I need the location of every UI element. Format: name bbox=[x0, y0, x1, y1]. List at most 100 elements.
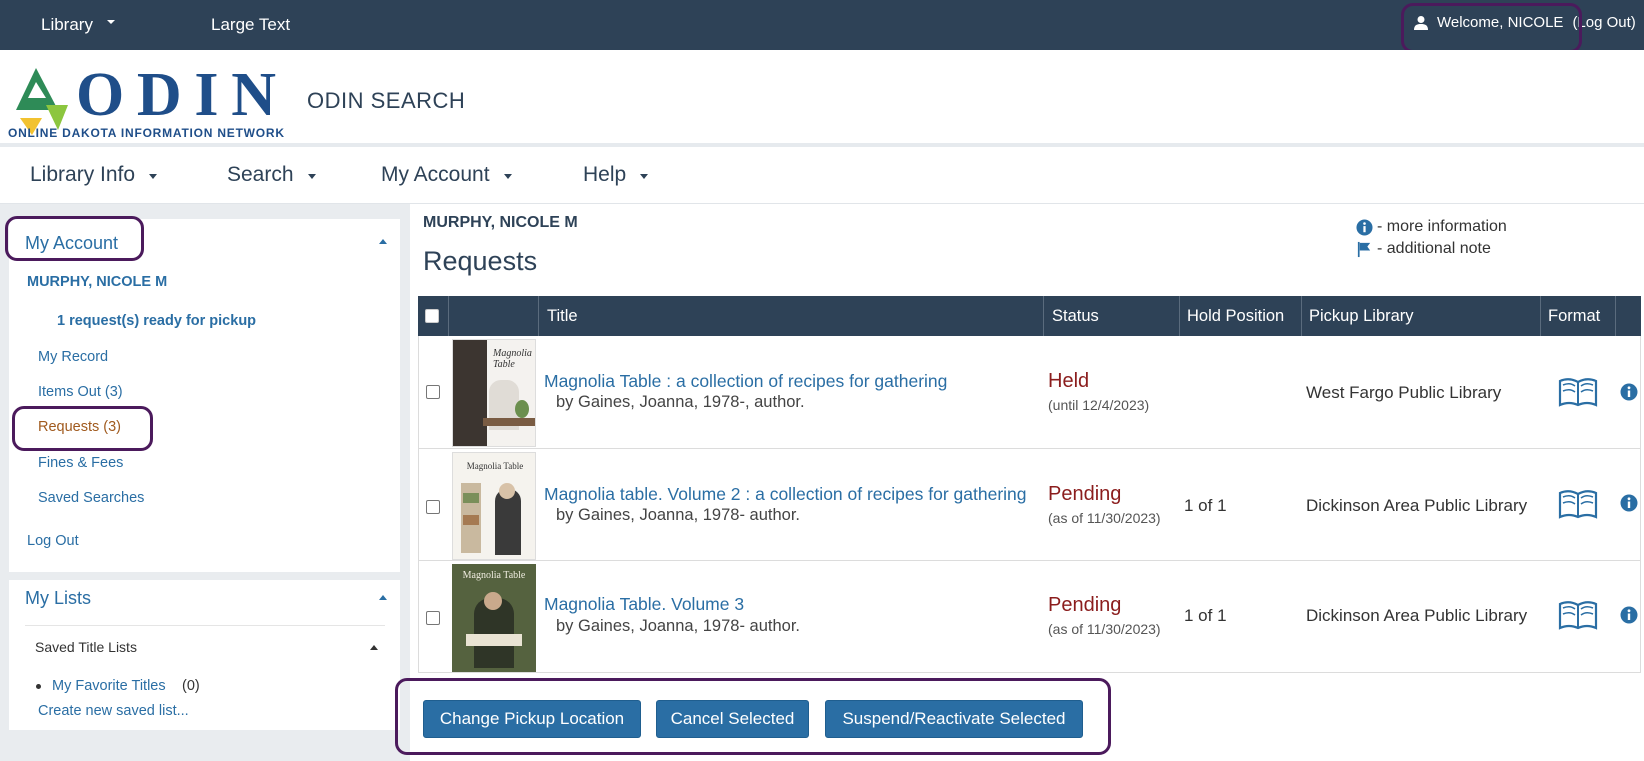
create-saved-list-link[interactable]: Create new saved list... bbox=[38, 703, 189, 719]
column-header-format[interactable]: Format bbox=[1548, 296, 1600, 336]
pickup-notice-link[interactable]: 1 request(s) ready for pickup bbox=[57, 313, 256, 329]
column-divider bbox=[1179, 296, 1180, 336]
status-detail: (until 12/4/2023) bbox=[1048, 397, 1150, 413]
title-link[interactable]: Magnolia Table. Volume 3 bbox=[544, 594, 744, 615]
title-link[interactable]: Magnolia table. Volume 2 : a collection … bbox=[544, 484, 1027, 505]
status-text: Pending bbox=[1048, 594, 1122, 616]
caret-down-icon bbox=[149, 173, 158, 179]
row-checkbox[interactable] bbox=[426, 500, 440, 514]
author-text: by Gaines, Joanna, 1978- author. bbox=[556, 506, 801, 524]
nav-my-account[interactable]: My Account bbox=[381, 163, 512, 187]
annotation-highlight-actions bbox=[395, 678, 1111, 755]
hold-position: 1 of 1 bbox=[1184, 496, 1227, 515]
legend-note-text: - additional note bbox=[1377, 240, 1491, 257]
book-cover-image[interactable]: Magnolia Table bbox=[452, 452, 536, 560]
pickup-library: Dickinson Area Public Library bbox=[1306, 606, 1528, 625]
status-text: Pending bbox=[1048, 483, 1122, 505]
pickup-library: West Fargo Public Library bbox=[1306, 383, 1502, 402]
favorite-titles-link[interactable]: My Favorite Titles bbox=[52, 678, 166, 694]
status-text: Held bbox=[1048, 370, 1090, 392]
hold-position: 1 of 1 bbox=[1184, 606, 1227, 625]
book-cover-image[interactable]: Magnolia Table bbox=[452, 564, 536, 672]
info-icon bbox=[1356, 218, 1373, 236]
row-checkbox[interactable] bbox=[426, 385, 440, 399]
status-detail: (as of 11/30/2023) bbox=[1048, 621, 1161, 637]
saved-title-lists-heading[interactable]: Saved Title Lists bbox=[35, 639, 137, 655]
nav-label: Search bbox=[227, 163, 294, 186]
legend-info: - more information bbox=[1356, 218, 1507, 236]
info-icon[interactable] bbox=[1620, 383, 1638, 401]
my-lists-heading[interactable]: My Lists bbox=[25, 588, 91, 609]
favorite-titles-count: (0) bbox=[182, 678, 200, 694]
bullet-icon bbox=[36, 684, 41, 689]
info-icon[interactable] bbox=[1620, 606, 1638, 624]
nav-library-info[interactable]: Library Info bbox=[30, 163, 158, 187]
cover-title: Magnolia Table bbox=[466, 461, 524, 471]
top-bar: Library Large Text Welcome, NICOLE (Log … bbox=[0, 0, 1644, 50]
column-header-hold-position[interactable]: Hold Position bbox=[1187, 296, 1284, 336]
table-row: Magnolia Table Magnolia table. Volume 2 … bbox=[418, 449, 1641, 561]
main-nav: Library Info Search My Account Help bbox=[0, 147, 1644, 204]
caret-down-icon bbox=[106, 20, 115, 24]
logo-text: ODIN bbox=[76, 61, 276, 129]
site-title: ODIN SEARCH bbox=[307, 88, 466, 113]
pickup-library: Dickinson Area Public Library bbox=[1306, 496, 1528, 515]
table-row: Magnolia Table Magnolia Table. Volume 3 … bbox=[418, 561, 1641, 673]
my-lists-panel: My Lists Saved Title Lists My Favorite T… bbox=[9, 580, 400, 730]
book-icon bbox=[1558, 378, 1598, 407]
nav-search[interactable]: Search bbox=[227, 163, 316, 187]
sidebar-logout-link[interactable]: Log Out bbox=[27, 533, 79, 549]
book-icon bbox=[1558, 490, 1598, 519]
author-text: by Gaines, Joanna, 1978- author. bbox=[556, 617, 801, 635]
column-divider bbox=[448, 296, 449, 336]
column-divider bbox=[538, 296, 539, 336]
author-text: by Gaines, Joanna, 1978-, author. bbox=[556, 393, 805, 411]
column-divider bbox=[1615, 296, 1616, 336]
nav-label: Help bbox=[583, 163, 627, 186]
row-checkbox[interactable] bbox=[426, 611, 440, 625]
column-divider bbox=[1540, 296, 1541, 336]
my-account-panel: My Account MURPHY, NICOLE M 1 request(s)… bbox=[9, 219, 400, 572]
large-text-toggle[interactable]: Large Text bbox=[211, 15, 290, 35]
annotation-highlight-welcome bbox=[1401, 3, 1582, 53]
column-divider bbox=[1301, 296, 1302, 336]
odin-logo[interactable]: ODIN ONLINE DAKOTA INFORMATION NETWORK bbox=[6, 60, 286, 140]
site-header: ODIN ONLINE DAKOTA INFORMATION NETWORK O… bbox=[0, 50, 1644, 143]
column-header-pickup-library[interactable]: Pickup Library bbox=[1309, 296, 1414, 336]
cover-title: Magnolia Table bbox=[493, 348, 532, 370]
library-menu[interactable]: Library bbox=[41, 15, 115, 35]
caret-down-icon bbox=[640, 173, 649, 179]
caret-down-icon bbox=[307, 173, 316, 179]
nav-label: Library Info bbox=[30, 163, 136, 186]
status-detail: (as of 11/30/2023) bbox=[1048, 510, 1161, 526]
page-title: Requests bbox=[423, 246, 538, 276]
panel-divider bbox=[25, 625, 385, 626]
legend-info-text: - more information bbox=[1377, 218, 1507, 235]
legend-note: - additional note bbox=[1356, 240, 1491, 258]
column-header-title[interactable]: Title bbox=[547, 296, 578, 336]
content-patron-name: MURPHY, NICOLE M bbox=[423, 214, 578, 231]
sidebar-item-saved-searches[interactable]: Saved Searches bbox=[38, 490, 144, 506]
title-link[interactable]: Magnolia Table : a collection of recipes… bbox=[544, 371, 947, 392]
caret-up-icon[interactable] bbox=[370, 645, 378, 650]
column-divider bbox=[1043, 296, 1044, 336]
sidebar-item-fines-fees[interactable]: Fines & Fees bbox=[38, 455, 123, 471]
annotation-highlight-requests bbox=[12, 406, 153, 451]
table-header: Title Status Hold Position Pickup Librar… bbox=[418, 296, 1641, 336]
book-cover-image[interactable]: Magnolia Table bbox=[452, 339, 536, 447]
cover-title: Magnolia Table bbox=[462, 570, 526, 581]
nav-label: My Account bbox=[381, 163, 490, 186]
sidebar-item-items-out[interactable]: Items Out (3) bbox=[38, 384, 123, 400]
caret-down-icon bbox=[503, 173, 512, 179]
info-icon[interactable] bbox=[1620, 494, 1638, 512]
caret-up-icon[interactable] bbox=[379, 239, 387, 244]
select-all-checkbox[interactable] bbox=[425, 309, 439, 323]
flag-icon bbox=[1357, 241, 1371, 257]
caret-up-icon[interactable] bbox=[379, 595, 387, 600]
annotation-highlight-my-account bbox=[5, 216, 144, 261]
logo-subtitle: ONLINE DAKOTA INFORMATION NETWORK bbox=[8, 126, 284, 140]
book-icon bbox=[1558, 601, 1598, 630]
column-header-status[interactable]: Status bbox=[1052, 296, 1099, 336]
sidebar-item-my-record[interactable]: My Record bbox=[38, 349, 108, 365]
nav-help[interactable]: Help bbox=[583, 163, 649, 187]
